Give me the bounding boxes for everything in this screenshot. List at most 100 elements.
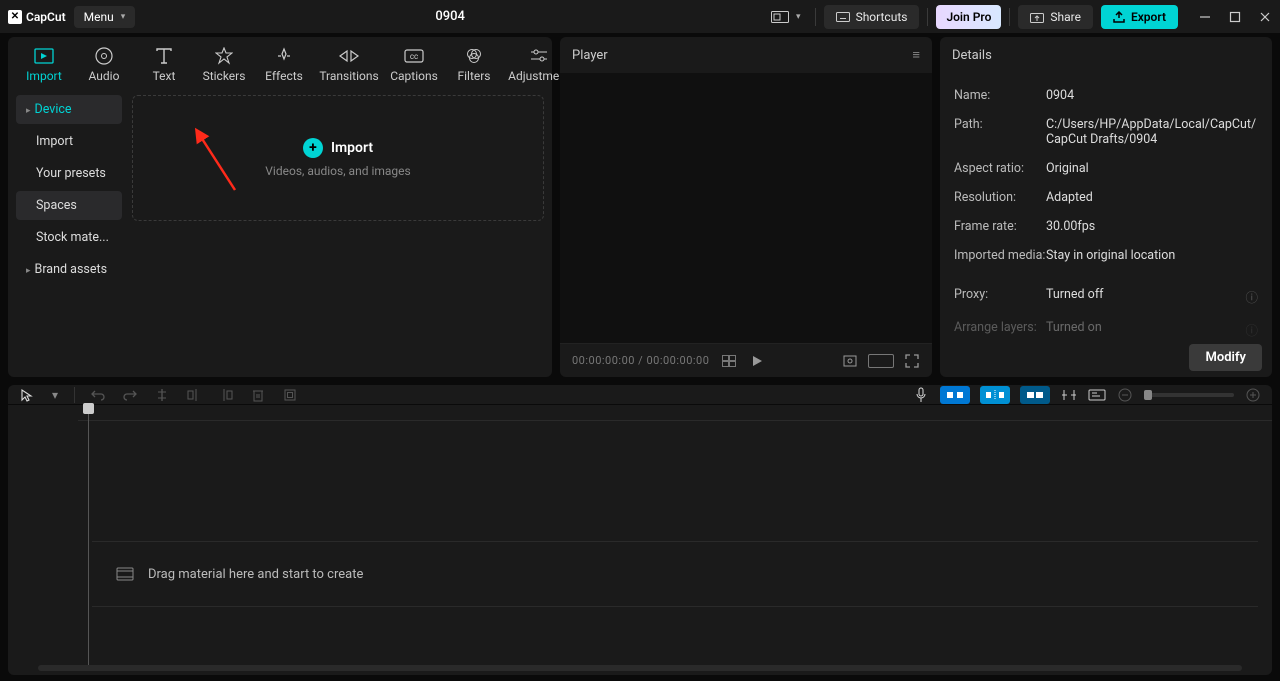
sidebar-item-presets[interactable]: Your presets — [16, 159, 122, 188]
titlebar-right: Shortcuts Join Pro Share Export — [765, 5, 1272, 29]
delete-tool[interactable] — [249, 386, 267, 404]
grid-toggle-icon[interactable] — [721, 353, 737, 369]
timeline-panel: ▾ Drag material here and start to create — [8, 385, 1272, 675]
close-button[interactable] — [1258, 10, 1272, 24]
media-top-tabs: Import Audio Text Stickers Effects Trans… — [8, 37, 552, 87]
sidebar-label: Import — [36, 134, 73, 149]
media-panel: Import Audio Text Stickers Effects Trans… — [8, 37, 552, 377]
detail-key: Name: — [954, 88, 1046, 103]
zoom-in-button[interactable] — [1244, 386, 1262, 404]
timeline-body[interactable]: Drag material here and start to create — [8, 405, 1272, 665]
modify-label: Modify — [1205, 350, 1246, 365]
tab-effects-label: Effects — [254, 69, 314, 83]
help-icon[interactable]: ⓘ — [1245, 287, 1258, 306]
time-sep: / — [635, 354, 647, 367]
sidebar-item-device[interactable]: ▸Device — [16, 95, 122, 124]
timeline-ruler[interactable] — [78, 405, 1272, 421]
sidebar-item-import[interactable]: Import — [16, 127, 122, 156]
detail-key: Resolution: — [954, 190, 1046, 205]
svg-text:cc: cc — [410, 52, 418, 61]
timeline-toolbar: ▾ — [8, 385, 1272, 405]
detail-value: Stay in original location — [1046, 248, 1175, 263]
detail-value: Turned off — [1046, 287, 1104, 306]
tool-dropdown[interactable]: ▾ — [50, 386, 60, 404]
divider — [927, 8, 928, 26]
player-menu-icon[interactable]: ≡ — [912, 47, 920, 63]
detail-key: Path: — [954, 117, 1046, 147]
tab-effects[interactable]: Effects — [254, 41, 314, 87]
tab-transitions[interactable]: Transitions — [314, 41, 384, 87]
divider — [1009, 8, 1010, 26]
zoom-out-button[interactable] — [1116, 386, 1134, 404]
split-left-tool[interactable] — [185, 386, 203, 404]
undo-button[interactable] — [89, 386, 107, 404]
details-header: Details — [940, 37, 1272, 73]
adjustment-icon — [528, 45, 550, 67]
player-header: Player ≡ — [560, 37, 932, 73]
timeline-tracks[interactable]: Drag material here and start to create — [78, 421, 1272, 665]
captions-icon: cc — [403, 45, 425, 67]
import-icon — [33, 45, 55, 67]
media-body: ▸Device Import Your presets Spaces Stock… — [8, 87, 552, 377]
divider — [74, 387, 75, 403]
split-right-tool[interactable] — [217, 386, 235, 404]
details-panel: Details Name:0904 Path:C:/Users/HP/AppDa… — [940, 37, 1272, 377]
redo-button[interactable] — [121, 386, 139, 404]
menu-label: Menu — [84, 10, 114, 24]
timeline-scrollbar[interactable] — [38, 665, 1242, 671]
details-body: Name:0904 Path:C:/Users/HP/AppData/Local… — [940, 73, 1272, 377]
aspect-ratio-button[interactable] — [765, 7, 807, 27]
help-icon[interactable]: ⓘ — [1245, 320, 1258, 339]
play-button[interactable] — [749, 353, 765, 369]
pointer-tool[interactable] — [18, 386, 36, 404]
tab-text[interactable]: Text — [134, 41, 194, 87]
tab-import[interactable]: Import — [14, 41, 74, 87]
timeline-toolbar-right — [912, 386, 1262, 404]
magnet-button[interactable] — [1060, 386, 1078, 404]
mic-button[interactable] — [912, 386, 930, 404]
player-panel: Player ≡ 00:00:00:00 / 00:00:00:00 — [560, 37, 932, 377]
tab-captions[interactable]: cc Captions — [384, 41, 444, 87]
share-button[interactable]: Share — [1018, 5, 1093, 29]
split-tool[interactable] — [153, 386, 171, 404]
detail-row-aspect: Aspect ratio:Original — [954, 154, 1258, 183]
export-button[interactable]: Export — [1101, 5, 1178, 29]
sidebar-item-brand[interactable]: ▸Brand assets — [16, 255, 122, 284]
detail-key: Frame rate: — [954, 219, 1046, 234]
sidebar-item-stock[interactable]: Stock mate... — [16, 223, 122, 252]
zoom-thumb[interactable] — [1144, 390, 1152, 400]
titlebar: ✕ CapCut Menu 0904 Shortcuts Join Pro Sh… — [0, 0, 1280, 33]
preview-toggle[interactable] — [1088, 386, 1106, 404]
import-dropzone[interactable]: + Import Videos, audios, and images — [132, 95, 544, 221]
app-logo: ✕ CapCut — [8, 10, 66, 24]
join-pro-button[interactable]: Join Pro — [936, 5, 1001, 29]
detail-value: Original — [1046, 161, 1089, 176]
import-zone-title-row: + Import — [303, 138, 373, 158]
fullscreen-icon[interactable] — [904, 353, 920, 369]
player-viewport[interactable] — [560, 73, 932, 343]
details-title: Details — [952, 48, 992, 63]
tab-stickers[interactable]: Stickers — [194, 41, 254, 87]
detail-row-name: Name:0904 — [954, 81, 1258, 110]
zoom-slider[interactable] — [1144, 393, 1234, 397]
text-icon — [153, 45, 175, 67]
menu-button[interactable]: Menu — [74, 6, 136, 28]
import-side-list: ▸Device Import Your presets Spaces Stock… — [16, 95, 122, 369]
reframe-icon[interactable] — [842, 353, 858, 369]
detail-value: C:/Users/HP/AppData/Local/CapCut/CapCut … — [1046, 117, 1258, 147]
annotation-arrow — [193, 130, 253, 200]
tab-audio[interactable]: Audio — [74, 41, 134, 87]
join-pro-label: Join Pro — [946, 10, 991, 24]
snap-mode-2[interactable] — [980, 386, 1010, 404]
modify-button[interactable]: Modify — [1189, 344, 1262, 371]
export-icon — [1113, 11, 1125, 23]
ratio-preview[interactable] — [868, 354, 894, 368]
minimize-button[interactable] — [1198, 10, 1212, 24]
maximize-button[interactable] — [1228, 10, 1242, 24]
shortcuts-button[interactable]: Shortcuts — [824, 5, 920, 29]
snap-mode-3[interactable] — [1020, 386, 1050, 404]
snap-mode-1[interactable] — [940, 386, 970, 404]
sidebar-item-spaces[interactable]: Spaces — [16, 191, 122, 220]
crop-tool[interactable] — [281, 386, 299, 404]
tab-filters[interactable]: Filters — [444, 41, 504, 87]
